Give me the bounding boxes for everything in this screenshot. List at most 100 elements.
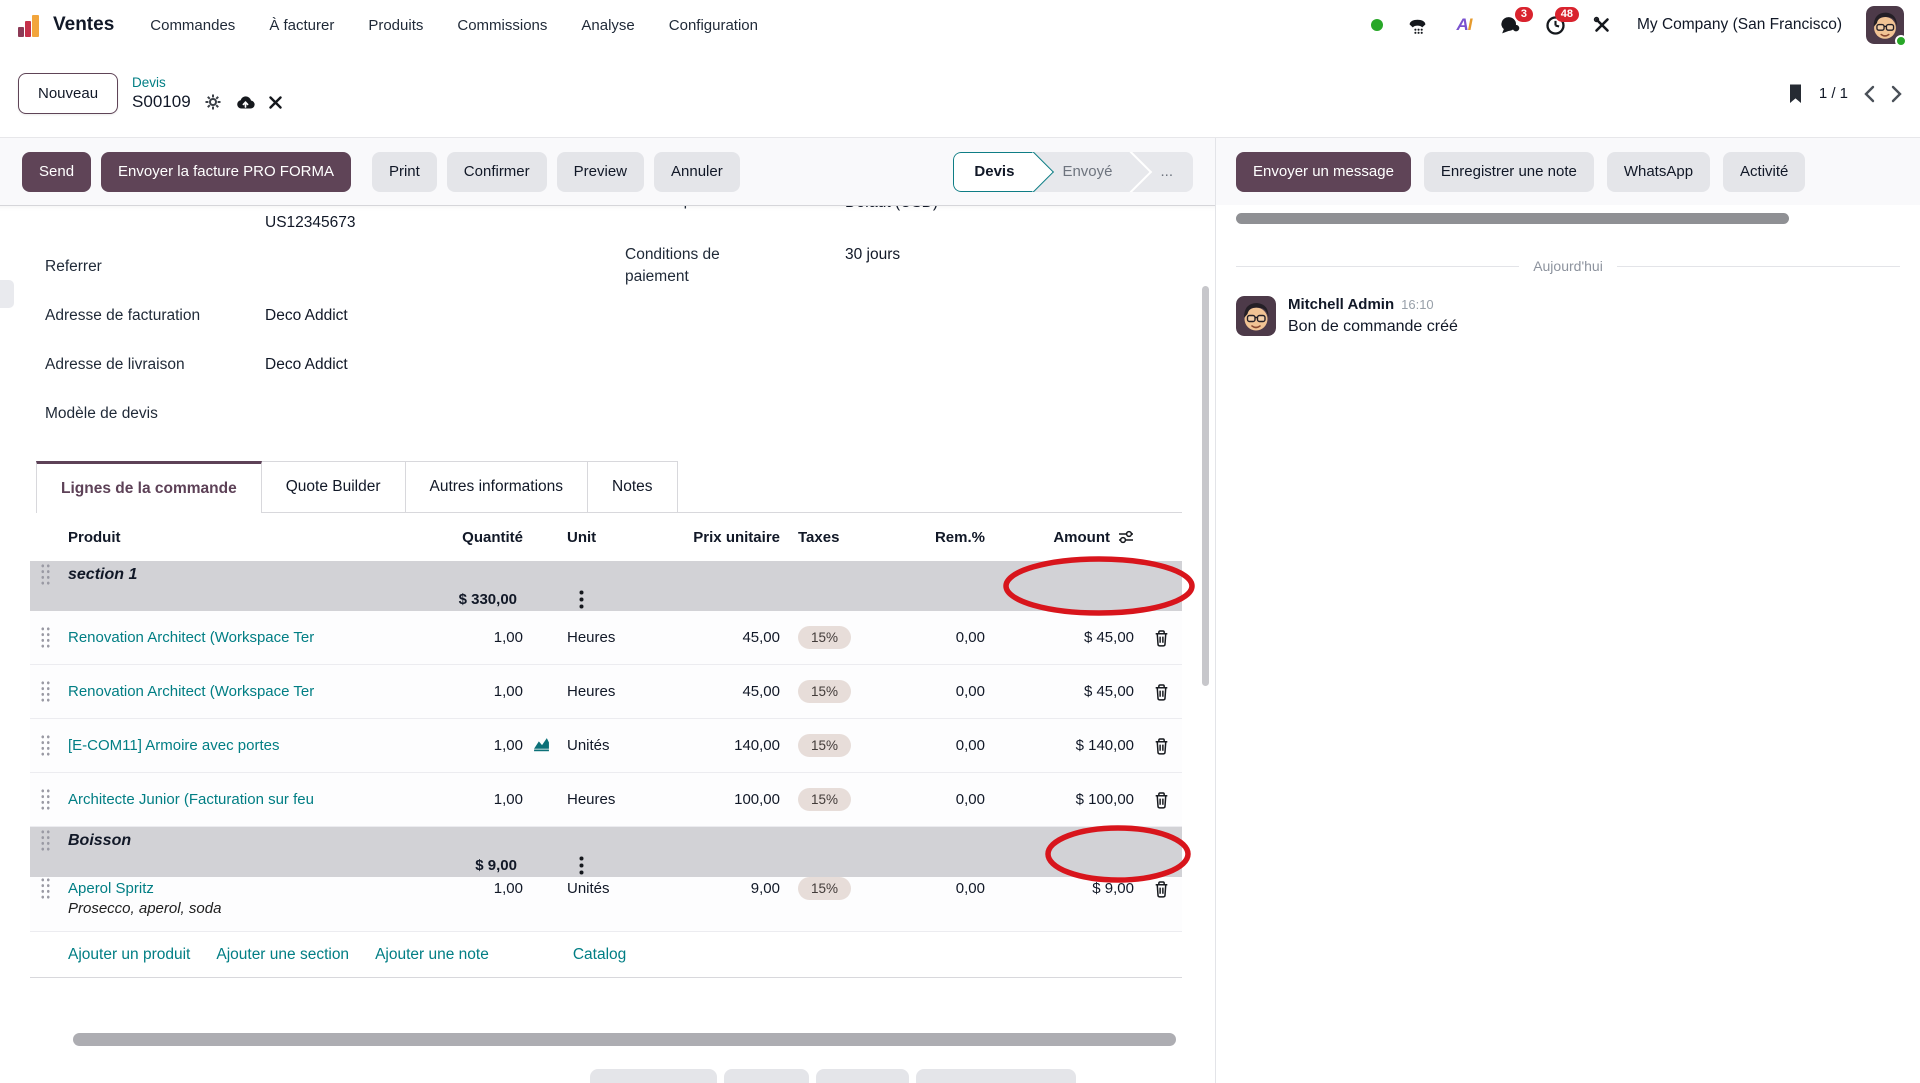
whatsapp-button[interactable]: WhatsApp xyxy=(1607,152,1710,192)
tab-quote-builder[interactable]: Quote Builder xyxy=(262,461,406,512)
drag-handle-icon[interactable] xyxy=(40,877,51,900)
messages-icon[interactable]: 3 xyxy=(1499,14,1521,36)
product-name-link[interactable]: [E-COM11] Armoire avec portes xyxy=(68,737,390,754)
tab-notes[interactable]: Notes xyxy=(588,461,678,512)
discount-cell[interactable]: 0,00 xyxy=(875,629,985,646)
activit-button[interactable]: Activité xyxy=(1723,152,1805,192)
section-kebab-menu-icon[interactable] xyxy=(523,856,640,875)
delete-line-trash-icon[interactable] xyxy=(1140,737,1182,755)
delete-line-trash-icon[interactable] xyxy=(1140,629,1182,647)
qty-cell[interactable]: 1,00 xyxy=(390,791,523,808)
product-name-link[interactable]: Renovation Architect (Workspace Ter xyxy=(68,683,390,700)
ai-assistant-icon[interactable]: AI xyxy=(1453,14,1475,36)
tax-badge[interactable]: 15% xyxy=(798,734,851,757)
optional-columns-sliders-icon[interactable] xyxy=(1118,529,1134,545)
forecast-chart-icon[interactable] xyxy=(533,736,550,756)
pager-next-icon[interactable] xyxy=(1891,85,1902,103)
discount-button[interactable]: Discount xyxy=(816,1069,908,1083)
discount-cell[interactable]: 0,00 xyxy=(875,737,985,754)
payment-terms-value[interactable]: 30 jours xyxy=(845,246,900,264)
bookmark-icon[interactable] xyxy=(1788,84,1803,104)
unit-price-cell[interactable]: 45,00 xyxy=(640,683,780,700)
envoyer-un-message-button[interactable]: Envoyer un message xyxy=(1236,152,1411,192)
unit-price-cell[interactable]: 45,00 xyxy=(640,629,780,646)
uom-cell[interactable]: Heures xyxy=(523,791,640,808)
preview-button[interactable]: Preview xyxy=(557,152,644,192)
section-kebab-menu-icon[interactable] xyxy=(523,590,640,609)
horizontal-scrollbar-thumb[interactable] xyxy=(73,1033,1176,1046)
ajouter-une-section-link[interactable]: Ajouter une section xyxy=(216,946,349,964)
pager-previous-icon[interactable] xyxy=(1864,85,1875,103)
unit-price-cell[interactable]: 9,00 xyxy=(640,880,780,897)
product-name-link[interactable]: Aperol Spritz xyxy=(68,880,390,897)
delete-line-trash-icon[interactable] xyxy=(1140,880,1182,898)
company-switcher[interactable]: My Company (San Francisco) xyxy=(1637,16,1842,34)
tab-autres-informations[interactable]: Autres informations xyxy=(406,461,589,512)
nav-menu-configuration[interactable]: Configuration xyxy=(669,17,758,34)
discount-cell[interactable]: 0,00 xyxy=(875,880,985,897)
ajouter-un-produit-link[interactable]: Ajouter un produit xyxy=(68,946,190,964)
chatter-scrollbar-thumb[interactable] xyxy=(1236,213,1789,224)
print-button[interactable]: Print xyxy=(372,152,437,192)
app-name[interactable]: Ventes xyxy=(53,14,114,36)
invoice-address-value[interactable]: Deco Addict xyxy=(265,307,348,325)
ajouter-l-exp-dition-button[interactable]: Ajouter l'expédition xyxy=(916,1069,1076,1083)
nav-menu-analyse[interactable]: Analyse xyxy=(581,17,634,34)
drag-handle-icon[interactable] xyxy=(40,829,51,852)
drag-handle-icon[interactable] xyxy=(40,734,51,757)
send-button[interactable]: Send xyxy=(22,152,91,192)
tax-badge[interactable]: 15% xyxy=(798,680,851,703)
vat-value[interactable]: US12345673 xyxy=(265,214,356,232)
confirmer-button[interactable]: Confirmer xyxy=(447,152,547,192)
tax-badge[interactable]: 15% xyxy=(798,788,851,811)
coupon-code-button[interactable]: Coupon Code xyxy=(590,1069,717,1083)
uom-cell[interactable]: Unités xyxy=(523,880,640,897)
enregistrer-une-note-button[interactable]: Enregistrer une note xyxy=(1424,152,1594,192)
new-button[interactable]: Nouveau xyxy=(18,73,118,114)
unit-price-cell[interactable]: 140,00 xyxy=(640,737,780,754)
reward-button[interactable]: Reward xyxy=(724,1069,810,1083)
status-step-devis[interactable]: Devis xyxy=(953,152,1034,192)
qty-cell[interactable]: 1,00 xyxy=(390,629,523,646)
tab-lignes-de-la-commande[interactable]: Lignes de la commande xyxy=(36,461,262,513)
drag-handle-icon[interactable] xyxy=(40,788,51,811)
uom-cell[interactable]: Unités xyxy=(523,737,640,754)
settings-gear-icon[interactable] xyxy=(205,94,221,110)
activities-clock-icon[interactable]: 48 xyxy=(1545,14,1567,36)
nav-menu-commissions[interactable]: Commissions xyxy=(457,17,547,34)
envoyer-la-facture-pro-forma-button[interactable]: Envoyer la facture PRO FORMA xyxy=(101,152,351,192)
voip-phone-icon[interactable] xyxy=(1407,14,1429,36)
user-avatar[interactable] xyxy=(1866,6,1904,44)
nav-menu-produits[interactable]: Produits xyxy=(368,17,423,34)
delete-line-trash-icon[interactable] xyxy=(1140,683,1182,701)
message-author-avatar[interactable] xyxy=(1236,296,1276,336)
uom-cell[interactable]: Heures xyxy=(523,629,640,646)
product-name-link[interactable]: Architecte Junior (Facturation sur feu xyxy=(68,791,390,808)
pricelist-value-clipped[interactable]: Défaut (USD) xyxy=(845,205,938,212)
section-name[interactable]: section 1 xyxy=(68,566,985,584)
discount-cell[interactable]: 0,00 xyxy=(875,683,985,700)
save-cloud-icon[interactable] xyxy=(235,94,255,110)
qty-cell[interactable]: 1,00 xyxy=(390,880,523,897)
nav-menu-facturer[interactable]: À facturer xyxy=(269,17,334,34)
discard-x-icon[interactable] xyxy=(269,96,282,109)
breadcrumb-parent-link[interactable]: Devis xyxy=(132,75,282,90)
delivery-address-value[interactable]: Deco Addict xyxy=(265,356,348,374)
qty-cell[interactable]: 1,00 xyxy=(390,683,523,700)
drag-handle-icon[interactable] xyxy=(40,563,51,586)
annuler-button[interactable]: Annuler xyxy=(654,152,740,192)
presence-status-icon[interactable] xyxy=(1371,19,1383,31)
discount-cell[interactable]: 0,00 xyxy=(875,791,985,808)
vertical-scrollbar-thumb[interactable] xyxy=(1202,286,1209,686)
nav-menu-commandes[interactable]: Commandes xyxy=(150,17,235,34)
debug-tools-icon[interactable] xyxy=(1591,14,1613,36)
ajouter-une-note-link[interactable]: Ajouter une note xyxy=(375,946,489,964)
catalog-link[interactable]: Catalog xyxy=(573,946,626,964)
uom-cell[interactable]: Heures xyxy=(523,683,640,700)
tax-badge[interactable]: 15% xyxy=(798,877,851,900)
product-name-link[interactable]: Renovation Architect (Workspace Ter xyxy=(68,629,390,646)
drag-handle-icon[interactable] xyxy=(40,626,51,649)
unit-price-cell[interactable]: 100,00 xyxy=(640,791,780,808)
product-description[interactable]: Prosecco, aperol, soda xyxy=(68,900,1182,931)
qty-cell[interactable]: 1,00 xyxy=(390,737,523,754)
